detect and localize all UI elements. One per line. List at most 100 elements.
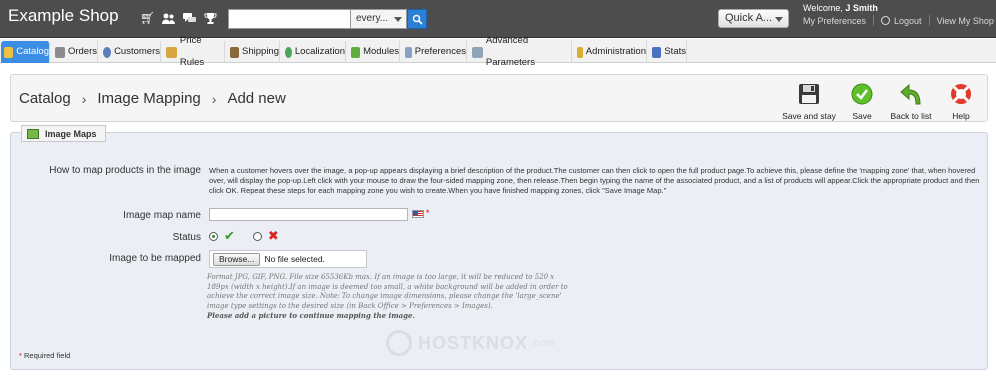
- status-enabled-radio[interactable]: [209, 231, 218, 241]
- image-icon: [27, 128, 39, 139]
- image-map-name-input[interactable]: [209, 208, 408, 221]
- save-label: Save: [852, 111, 872, 121]
- divider: [873, 15, 875, 26]
- save-and-stay-button[interactable]: Save and stay: [781, 83, 837, 121]
- howto-text: When a customer hovers over the image, a…: [209, 166, 980, 195]
- file-status: No file selected.: [264, 254, 325, 264]
- menu-shipping[interactable]: Shipping: [227, 41, 280, 63]
- quick-access-select[interactable]: Quick A...: [718, 9, 789, 28]
- breadcrumb: Catalog › Image Mapping › Add new: [19, 90, 286, 107]
- breadcrumb-catalog[interactable]: Catalog: [19, 90, 71, 107]
- customers-icon[interactable]: [161, 12, 176, 25]
- menu-label: Price Rules: [179, 35, 205, 68]
- menu-label: Preferences: [414, 46, 466, 57]
- back-arrow-icon: [900, 83, 921, 105]
- preferences-icon: [405, 46, 412, 58]
- lifebuoy-icon: [951, 84, 971, 104]
- user-links: My Preferences Logout View My Shop: [803, 15, 994, 26]
- welcome-message: Welcome, J Smith: [803, 3, 878, 13]
- cart-icon[interactable]: 🛒︎: [140, 12, 155, 25]
- chevron-down-icon: [775, 17, 783, 22]
- watermark: HOSTKNOX .com: [386, 330, 556, 356]
- menu-localization[interactable]: Localization: [282, 41, 346, 63]
- folder-icon: [4, 46, 14, 58]
- breadcrumb-separator: ›: [211, 90, 217, 107]
- name-label: Image map name: [123, 210, 201, 221]
- panel-legend: Image Maps: [21, 125, 106, 142]
- messages-icon[interactable]: [182, 12, 197, 25]
- howto-label: How to map products in the image: [49, 165, 201, 176]
- my-preferences-link[interactable]: My Preferences: [803, 16, 866, 26]
- image-label: Image to be mapped: [109, 253, 201, 264]
- watermark-suffix: .com: [530, 337, 556, 349]
- help-button[interactable]: Help: [947, 83, 975, 121]
- page-toolbar: Catalog › Image Mapping › Add new Save a…: [10, 74, 988, 122]
- save-button[interactable]: Save: [847, 83, 877, 121]
- menu-advanced-parameters[interactable]: Advanced Parameters: [469, 35, 572, 68]
- menu-customers[interactable]: Customers: [100, 41, 161, 63]
- logout-label: Logout: [894, 15, 922, 26]
- truck-icon: [230, 46, 240, 58]
- legend-label: Image Maps: [45, 128, 97, 139]
- save-and-stay-label: Save and stay: [782, 111, 836, 121]
- menu-stats[interactable]: Stats: [649, 41, 687, 63]
- menu-label: Stats: [664, 46, 686, 57]
- menu-orders[interactable]: Orders: [52, 41, 98, 63]
- key-icon: [577, 46, 583, 58]
- trophy-icon[interactable]: [203, 12, 218, 25]
- main-menu: Catalog Orders Customers Price Rules Shi…: [0, 35, 996, 68]
- menu-administration[interactable]: Administration: [574, 41, 647, 63]
- menu-label: Orders: [67, 46, 97, 57]
- search-button[interactable]: [407, 9, 427, 29]
- required-field-note: * Required field: [19, 351, 70, 360]
- puzzle-icon: [351, 46, 361, 58]
- quick-access-label: Quick A...: [725, 12, 773, 24]
- menu-catalog[interactable]: Catalog: [1, 41, 50, 63]
- chevron-down-icon: [394, 17, 402, 22]
- divider: [928, 15, 930, 26]
- cross-icon: ✖: [267, 228, 279, 243]
- checkmark-icon: ✔: [224, 228, 235, 243]
- price-tag-icon: [166, 46, 177, 58]
- notification-icons: 🛒︎: [140, 12, 218, 25]
- menu-label: Advanced Parameters: [485, 35, 535, 68]
- view-shop-link[interactable]: View My Shop: [937, 16, 994, 26]
- back-to-list-button[interactable]: Back to list: [889, 83, 933, 121]
- help-label: Help: [952, 111, 970, 121]
- breadcrumb-image-mapping[interactable]: Image Mapping: [97, 90, 200, 107]
- image-help-body: Format JPG, GIF, PNG. File size 65536Kb …: [207, 273, 568, 310]
- search-icon: [412, 14, 423, 25]
- status-toggle: ✔ ✖: [209, 228, 279, 243]
- menu-label: Modules: [363, 46, 399, 57]
- menu-label: Localization: [294, 46, 345, 57]
- browse-button[interactable]: Browse...: [213, 252, 261, 266]
- menu-price-rules[interactable]: Price Rules: [163, 35, 225, 68]
- search-bar: every...: [228, 9, 428, 29]
- search-scope-value: every...: [356, 13, 389, 24]
- required-note-text: Required field: [21, 351, 71, 360]
- bar-chart-icon: [652, 46, 662, 58]
- floppy-disk-icon: [799, 84, 819, 104]
- user-icon: [103, 46, 112, 58]
- shop-name[interactable]: Example Shop: [8, 6, 119, 26]
- menu-label: Customers: [114, 46, 160, 57]
- watermark-text: HOSTKNOX: [418, 332, 529, 353]
- image-file-input[interactable]: Browse... No file selected.: [209, 250, 367, 268]
- back-to-list-label: Back to list: [890, 111, 932, 121]
- status-disabled-radio[interactable]: [252, 231, 262, 241]
- menu-label: Shipping: [242, 46, 279, 57]
- image-help-text: Format JPG, GIF, PNG. File size 65536Kb …: [207, 273, 577, 322]
- menu-preferences[interactable]: Preferences: [402, 41, 467, 63]
- search-scope-select[interactable]: every...: [350, 9, 407, 29]
- cart-icon: [55, 46, 65, 58]
- search-input[interactable]: [228, 9, 350, 29]
- image-help-strong: Please add a picture to continue mapping…: [207, 311, 415, 320]
- hostknox-logo-icon: [386, 330, 412, 356]
- checkmark-circle-icon: [851, 83, 873, 105]
- logout-link[interactable]: Logout: [881, 16, 922, 26]
- menu-label: Catalog: [16, 46, 49, 57]
- us-flag-icon[interactable]: [412, 210, 424, 218]
- required-star: *: [426, 208, 430, 218]
- menu-modules[interactable]: Modules: [348, 41, 400, 63]
- breadcrumb-separator: ›: [81, 90, 87, 107]
